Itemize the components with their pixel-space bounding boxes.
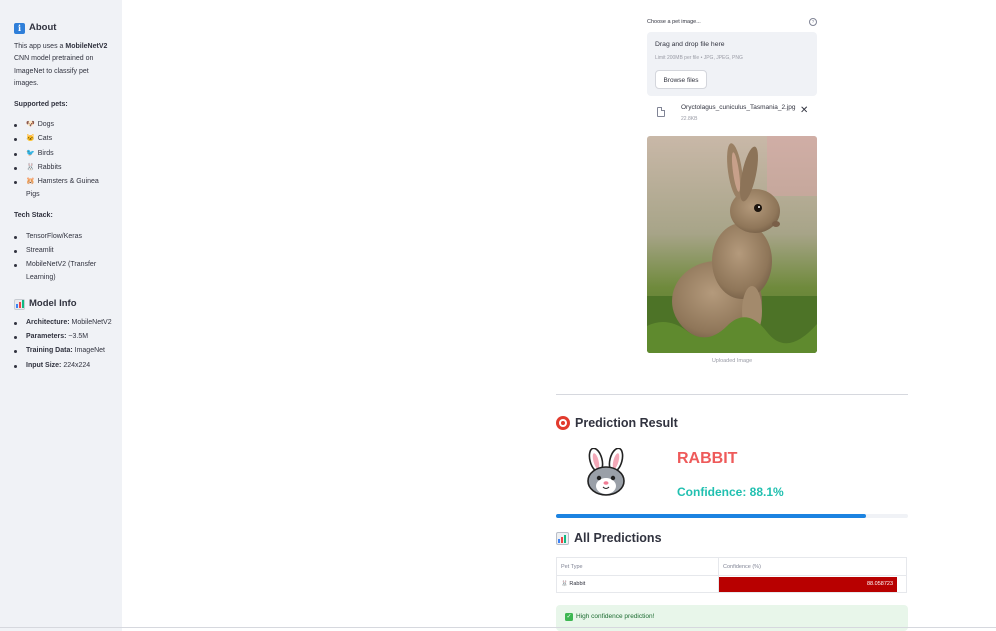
- bar-chart-icon: [14, 299, 25, 311]
- cat-icon: 🐱: [26, 135, 35, 143]
- about-text: This app uses a MobileNetV2 CNN model pr…: [14, 42, 108, 88]
- rabbit-face-icon: [584, 447, 628, 498]
- image-caption: Uploaded Image: [711, 358, 753, 364]
- divider: [556, 394, 908, 395]
- check-icon: ✓: [565, 613, 573, 621]
- column-header[interactable]: Confidence (%): [719, 558, 906, 576]
- file-icon: [657, 107, 665, 117]
- remove-file-icon[interactable]: ✕: [800, 106, 808, 116]
- model-info-list: Architecture: MobileNetV2 Parameters: ~3…: [14, 317, 112, 372]
- list-item: TensorFlow/Keras: [14, 231, 112, 244]
- confidence-text: Confidence: 88.1%: [677, 485, 784, 499]
- column-header[interactable]: Pet Type: [557, 558, 719, 576]
- hamster-icon: 🐹: [26, 178, 35, 186]
- uploaded-image: [647, 136, 817, 353]
- list-item: Streamlit: [14, 245, 112, 258]
- predictions-table[interactable]: Pet Type Confidence (%) 🐰 Rabbit 88.0587…: [556, 557, 907, 593]
- bar-chart-icon: [556, 531, 569, 545]
- divider: [0, 627, 996, 628]
- list-item: Parameters: ~3.5M: [14, 331, 112, 344]
- file-size: 22.8KB: [681, 116, 698, 122]
- table-cell-confidence: 88.058723: [719, 577, 897, 592]
- rabbit-icon: 🐰: [26, 163, 35, 171]
- bird-icon: 🐦: [26, 149, 35, 157]
- target-icon: [556, 416, 570, 430]
- tech-stack-heading: Tech Stack:: [14, 212, 53, 220]
- list-item: Training Data: ImageNet: [14, 345, 112, 358]
- file-name: Oryctolagus_cuniculus_Tasmania_2.jpg: [681, 104, 796, 111]
- tech-stack-list: TensorFlow/Keras Streamlit MobileNetV2 (…: [14, 231, 112, 285]
- list-item: 🐱 Cats: [14, 133, 112, 146]
- all-predictions-heading: All Predictions: [556, 531, 662, 545]
- list-item: MobileNetV2 (Transfer Learning): [14, 259, 112, 284]
- supported-pets-list: 🐶 Dogs 🐱 Cats 🐦 Birds 🐰 Rabbits 🐹 Hamsters & …: [14, 119, 112, 201]
- dropzone-title: Drag and drop file here: [655, 41, 725, 48]
- uploader-label: Choose a pet image... ?: [647, 18, 817, 26]
- list-item: 🐰 Rabbits: [14, 162, 112, 175]
- model-info-heading: Model Info: [14, 298, 112, 311]
- dropzone-limit: Limit 200MB per file • JPG, JPEG, PNG: [655, 55, 743, 61]
- browse-files-button[interactable]: Browse files: [655, 70, 707, 89]
- confidence-progress-bar: [556, 514, 908, 518]
- sidebar: i About This app uses a MobileNetV2 CNN …: [0, 0, 122, 631]
- about-heading: i About: [14, 22, 112, 35]
- table-cell-pet: 🐰 Rabbit: [557, 576, 719, 593]
- help-icon[interactable]: ?: [809, 18, 817, 26]
- file-dropzone[interactable]: Drag and drop file here Limit 200MB per …: [647, 32, 817, 96]
- list-item: Input Size: 224x224: [14, 360, 112, 373]
- dog-icon: 🐶: [26, 121, 35, 128]
- predicted-label: RABBIT: [677, 450, 738, 467]
- list-item: 🐶 Dogs: [14, 119, 112, 132]
- list-item: 🐦 Birds: [14, 148, 112, 161]
- info-icon: i: [14, 22, 25, 34]
- progress-fill: [556, 514, 867, 518]
- uploaded-file-row: Oryctolagus_cuniculus_Tasmania_2.jpg 22.…: [657, 103, 812, 125]
- prediction-heading: Prediction Result: [556, 416, 678, 430]
- list-item: Architecture: MobileNetV2: [14, 317, 112, 330]
- supported-pets-heading: Supported pets:: [14, 100, 68, 108]
- list-item: 🐹 Hamsters & Guinea Pigs: [14, 176, 112, 201]
